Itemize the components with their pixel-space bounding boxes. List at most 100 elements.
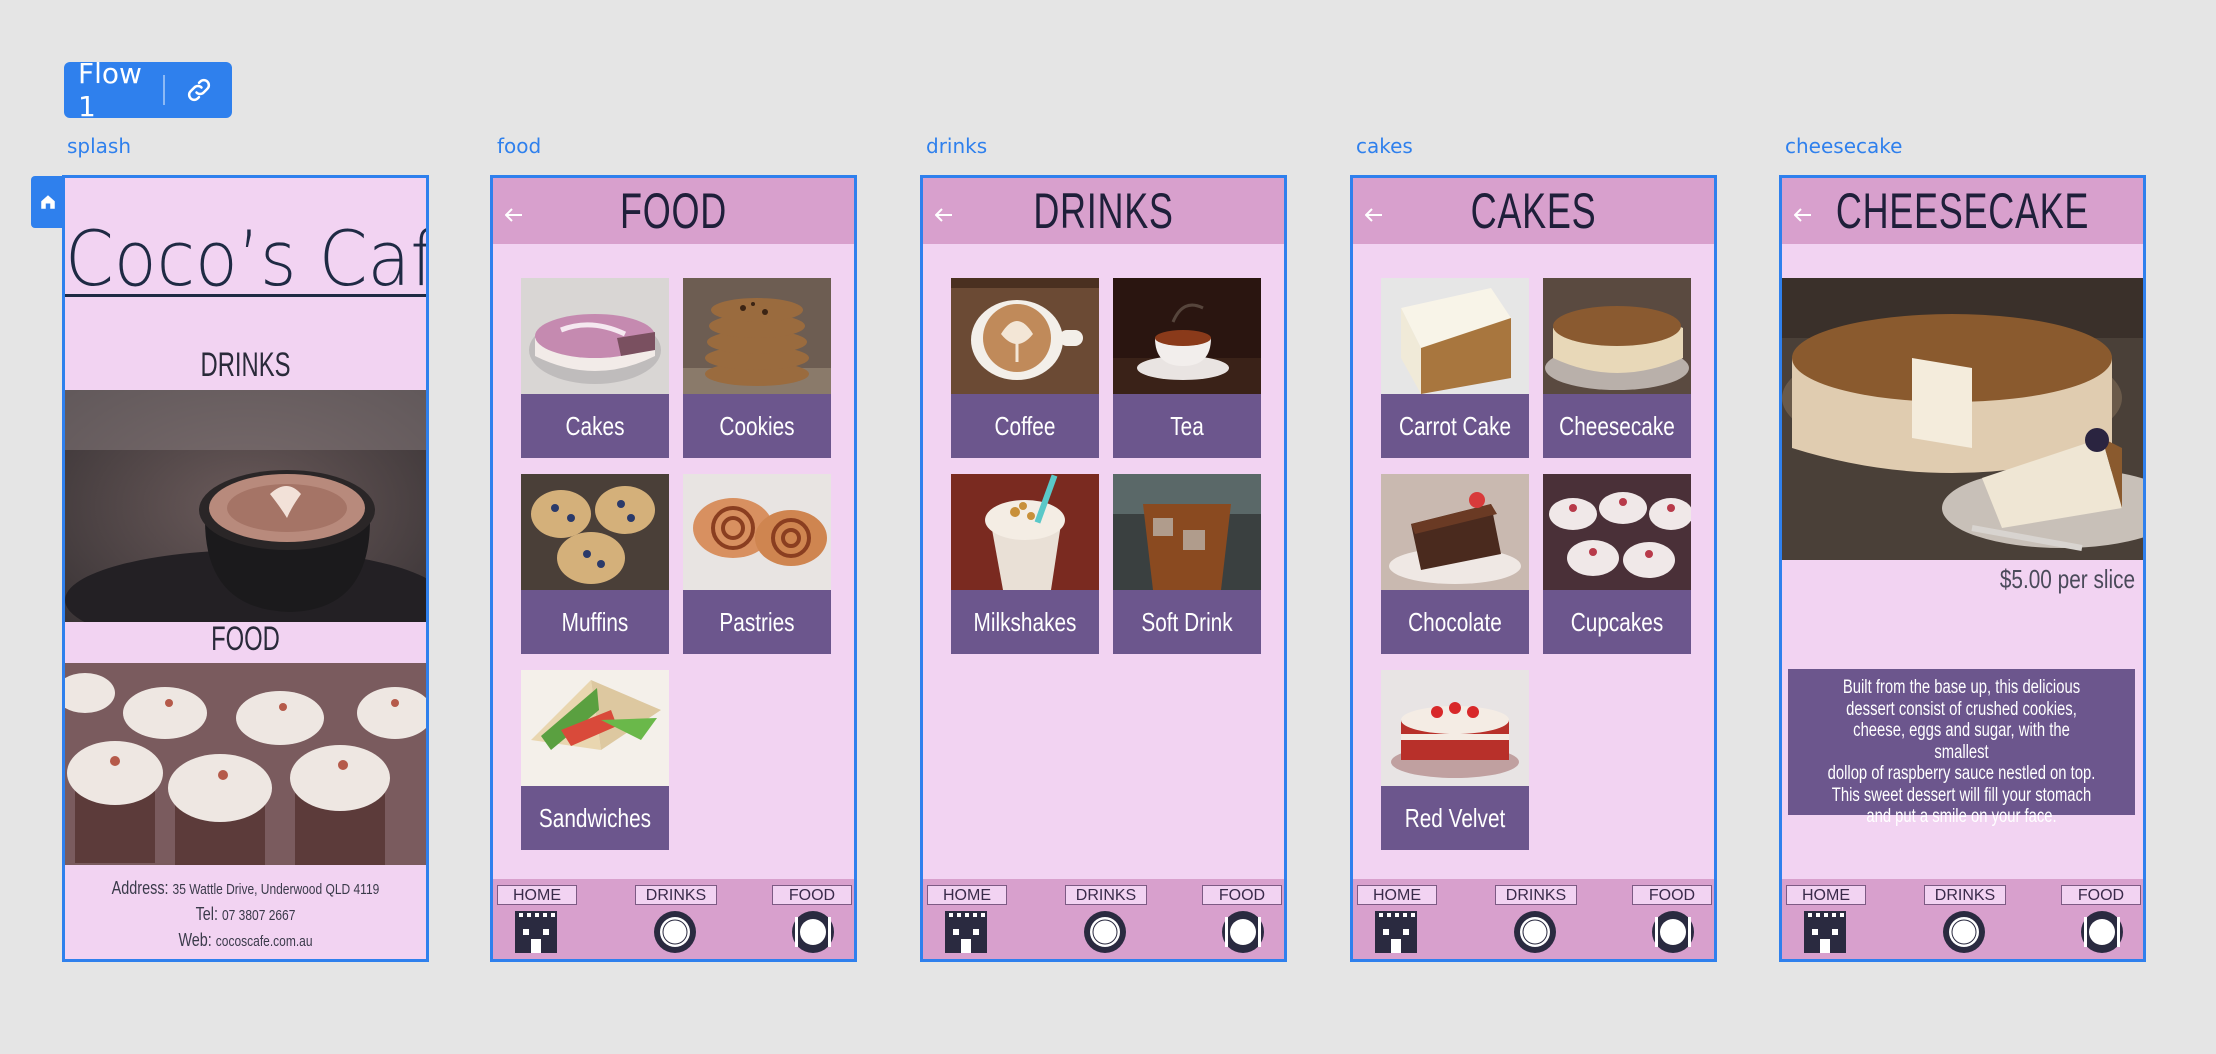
nav-food-button[interactable]: FOOD (1632, 885, 1712, 905)
frame-drinks[interactable]: DRINKS Coffee Tea Milkshakes Soft Drink … (920, 175, 1287, 962)
food-header: FOOD (493, 178, 854, 244)
description-line: Built from the base up, this delicious (1842, 677, 2081, 698)
drinks-header: DRINKS (923, 178, 1284, 244)
drinks-heading[interactable]: DRINKS (119, 346, 372, 385)
back-arrow-icon[interactable] (504, 208, 523, 227)
frame-label-cheesecake[interactable]: cheesecake (1785, 134, 1902, 158)
tel-value: 07 3807 2667 (222, 907, 296, 924)
tile-caption: Cupcakes (1570, 607, 1664, 637)
nav-food-button[interactable]: FOOD (1202, 885, 1282, 905)
tile-caption: Chocolate Cake (1408, 607, 1502, 637)
tile-caption: Carrot Cake (1398, 411, 1512, 441)
back-arrow-icon[interactable] (1364, 208, 1383, 227)
tile-soft-drink[interactable]: Soft Drink (1113, 474, 1261, 654)
starting-frame-home-icon[interactable] (31, 176, 65, 228)
description-box: Built from the base up, this delicious d… (1788, 669, 2135, 827)
cheesecake-title: CHEESECAKE (1835, 183, 2090, 239)
tile-chocolate-cake[interactable]: Chocolate Cake (1381, 474, 1529, 654)
nav-home-button[interactable]: HOME (497, 885, 577, 905)
description-line: cheese, eggs and sugar, with the smalles… (1853, 720, 2070, 763)
coffee-cup-icon[interactable] (1512, 909, 1558, 955)
frame-label-food[interactable]: food (497, 134, 541, 158)
tile-sandwiches[interactable]: Sandwiches (521, 670, 669, 850)
address-label: Address: (111, 878, 169, 898)
cafe-shop-icon[interactable] (1802, 909, 1848, 955)
cookies-image (683, 278, 831, 394)
tile-caption: Cookies (719, 411, 795, 441)
food-heading[interactable]: FOOD (119, 620, 372, 659)
address-line: Address: 35 Wattle Drive, Underwood QLD … (101, 878, 390, 899)
bottom-nav: HOME DRINKS FOOD (1353, 879, 1714, 959)
description-line: and put a smile on your face. (1866, 806, 2057, 827)
flow-1-button[interactable]: Flow 1 (64, 57, 232, 123)
plate-cutlery-icon[interactable] (1220, 909, 1266, 955)
tile-cakes[interactable]: Cakes (521, 278, 669, 458)
cupcakes-image[interactable] (65, 663, 426, 865)
plate-cutlery-icon[interactable] (790, 909, 836, 955)
tile-carrot-cake[interactable]: Carrot Cake (1381, 278, 1529, 458)
tile-red-velvet-cake[interactable]: Red Velvet Cake (1381, 670, 1529, 850)
nav-drinks-button[interactable]: DRINKS (1065, 885, 1147, 905)
cheesecake-header: CHEESECAKE (1782, 178, 2143, 244)
tel-line: Tel: 07 3807 2667 (101, 904, 390, 925)
nav-home-button[interactable]: HOME (927, 885, 1007, 905)
nav-food-button[interactable]: FOOD (772, 885, 852, 905)
nav-drinks-button[interactable]: DRINKS (1924, 885, 2006, 905)
address-value: 35 Wattle Drive, Underwood QLD 4119 (172, 881, 380, 898)
splash-title: Coco’s Cafe (65, 214, 426, 303)
link-icon[interactable] (165, 62, 232, 118)
frame-cheesecake[interactable]: CHEESECAKE $5.00 per slice Built from th… (1779, 175, 2146, 962)
tile-cupcakes[interactable]: Cupcakes (1543, 474, 1691, 654)
frame-label-cakes[interactable]: cakes (1356, 134, 1413, 158)
back-arrow-icon[interactable] (934, 208, 953, 227)
nav-home-button[interactable]: HOME (1786, 885, 1866, 905)
tile-muffins[interactable]: Muffins (521, 474, 669, 654)
tile-cheesecake[interactable]: Cheesecake (1543, 278, 1691, 458)
tile-pastries[interactable]: Pastries (683, 474, 831, 654)
tile-caption: Milkshakes (973, 607, 1077, 637)
muffins-image (521, 474, 669, 590)
tea-image (1113, 278, 1261, 394)
frame-label-splash[interactable]: splash (67, 134, 131, 158)
frame-food[interactable]: FOOD Cakes Cookies Muffins Pastries Sand… (490, 175, 857, 962)
cakes-title: CAKES (1470, 183, 1597, 239)
nav-home-button[interactable]: HOME (1357, 885, 1437, 905)
coffee-cup-icon[interactable] (1941, 909, 1987, 955)
bottom-nav: HOME DRINKS FOOD (923, 879, 1284, 959)
cafe-shop-icon[interactable] (943, 909, 989, 955)
coffee-image (951, 278, 1099, 394)
tile-coffee[interactable]: Coffee (951, 278, 1099, 458)
coffee-cup-icon[interactable] (652, 909, 698, 955)
nav-drinks-button[interactable]: DRINKS (1495, 885, 1577, 905)
cheesecake-hero-image[interactable] (1782, 278, 2143, 560)
frame-cakes[interactable]: CAKES Carrot Cake Cheesecake Chocolate C… (1350, 175, 1717, 962)
nav-food-button[interactable]: FOOD (2061, 885, 2141, 905)
drinks-title: DRINKS (1033, 183, 1174, 239)
description-line: dollop of raspberry sauce nestled on top… (1827, 763, 2096, 784)
cakes-header: CAKES (1353, 178, 1714, 244)
back-arrow-icon[interactable] (1793, 208, 1812, 227)
tile-tea[interactable]: Tea (1113, 278, 1261, 458)
tile-caption: Muffins (561, 607, 629, 637)
frame-splash[interactable]: Coco’s Cafe DRINKS FOOD (62, 175, 429, 962)
plate-cutlery-icon[interactable] (1650, 909, 1696, 955)
coffee-image[interactable] (65, 390, 426, 650)
web-value: cocoscafe.com.au (215, 933, 313, 950)
cafe-shop-icon[interactable] (1373, 909, 1419, 955)
tile-caption: Pastries (719, 607, 795, 637)
tile-cookies[interactable]: Cookies (683, 278, 831, 458)
milkshakes-image (951, 474, 1099, 590)
cafe-shop-icon[interactable] (513, 909, 559, 955)
tile-milkshakes[interactable]: Milkshakes (951, 474, 1099, 654)
tile-caption: Coffee (994, 411, 1056, 441)
nav-drinks-button[interactable]: DRINKS (635, 885, 717, 905)
web-line: Web: cocoscafe.com.au (101, 930, 390, 951)
bottom-nav: HOME DRINKS FOOD (1782, 879, 2143, 959)
red-velvet-cake-image (1381, 670, 1529, 786)
frame-label-drinks[interactable]: drinks (926, 134, 987, 158)
plate-cutlery-icon[interactable] (2079, 909, 2125, 955)
tile-caption: Soft Drink (1141, 607, 1233, 637)
coffee-cup-icon[interactable] (1082, 909, 1128, 955)
tile-caption: Red Velvet Cake (1404, 803, 1506, 833)
tel-label: Tel: (195, 904, 218, 924)
